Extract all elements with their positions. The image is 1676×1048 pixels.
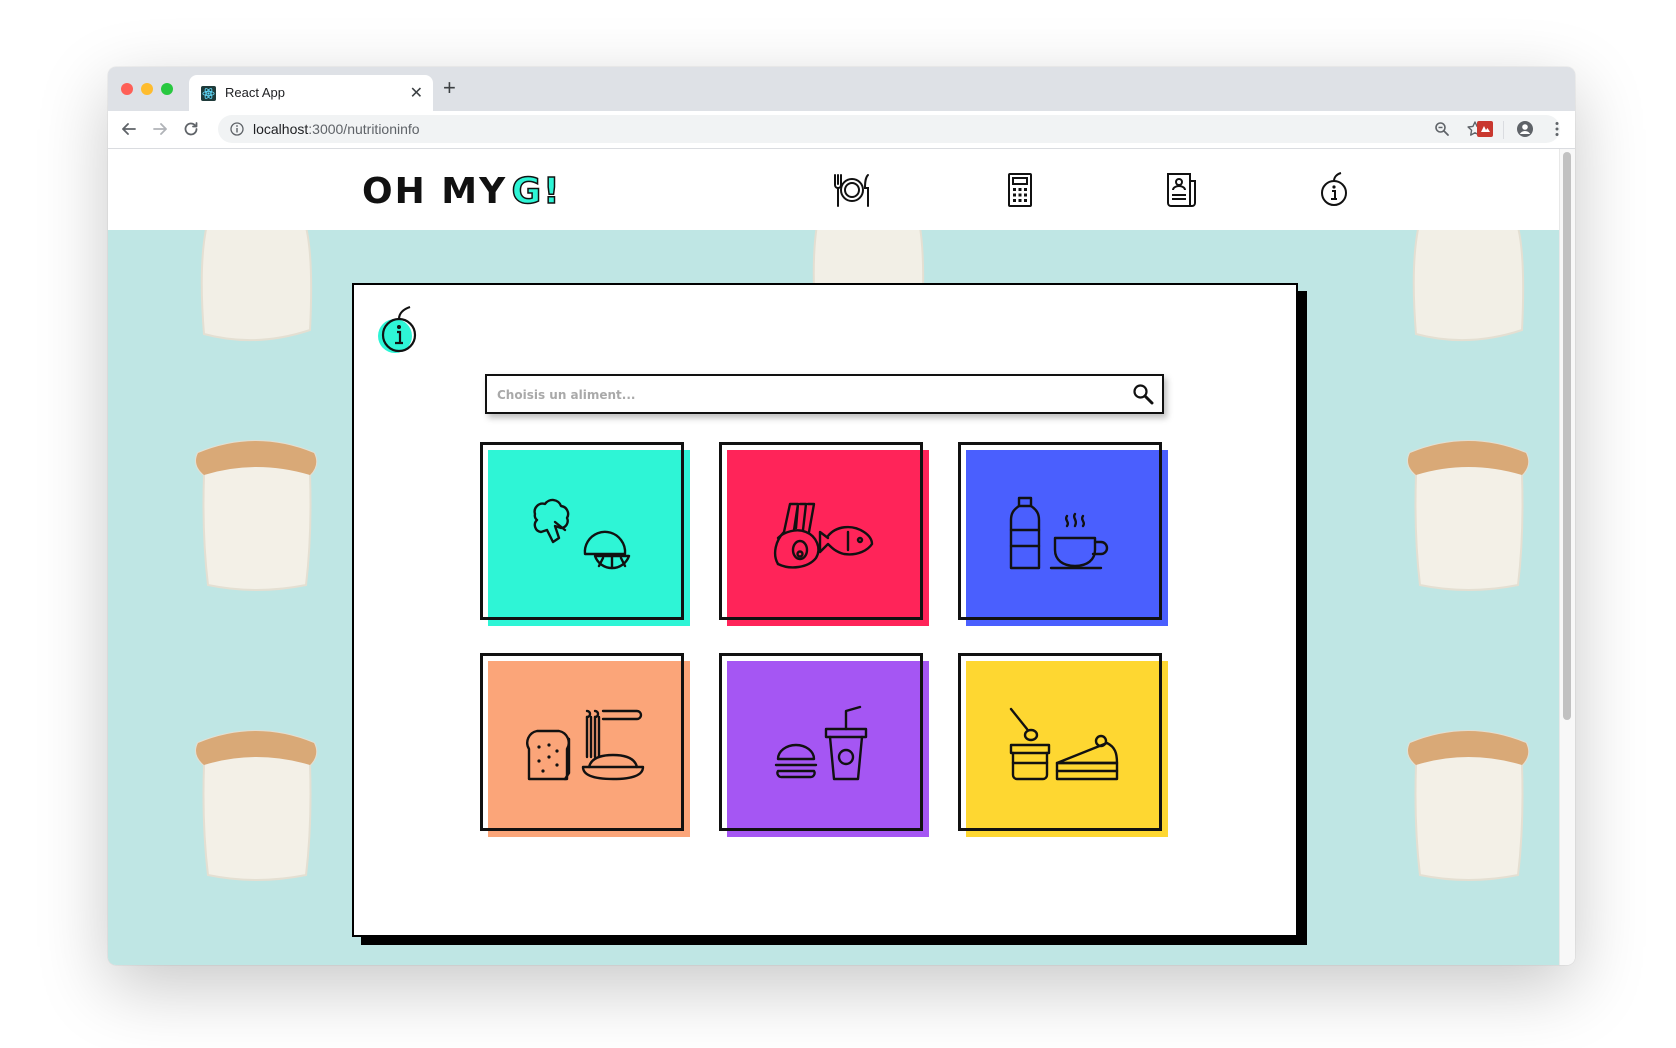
logo-letter: G! [511, 171, 562, 212]
drinks-icon [1009, 496, 1109, 570]
page-viewport: OH MY G! [108, 149, 1560, 965]
toolbar-divider [1503, 121, 1504, 139]
hero-background [108, 230, 1560, 965]
bread-slice-image [200, 230, 313, 342]
food-search-input[interactable] [495, 384, 1099, 406]
scrollbar-thumb[interactable] [1563, 152, 1571, 720]
site-header: OH MY G! [108, 149, 1560, 230]
category-tile-drinks[interactable] [958, 442, 1168, 626]
category-tile-fastfood[interactable] [719, 653, 929, 837]
maximize-window-button[interactable] [161, 83, 173, 95]
fastfood-icon [774, 705, 868, 781]
browser-tab[interactable]: React App ✕ [189, 75, 433, 111]
bread-slice-image [1407, 730, 1530, 881]
category-tile-bread-pasta[interactable] [480, 653, 690, 837]
browser-toolbar: localhost:3000/nutritioninfo [108, 111, 1575, 149]
new-tab-button[interactable]: + [443, 76, 456, 100]
close-window-button[interactable] [121, 83, 133, 95]
nutrition-info-icon [378, 305, 417, 353]
meal-plate-icon[interactable] [830, 171, 874, 209]
bread-slice-image [195, 440, 318, 591]
food-search-box [485, 374, 1164, 414]
nutrition-card [352, 283, 1298, 937]
logo-text: OH MY [362, 171, 508, 212]
url-host: localhost [253, 121, 309, 137]
url-text: localhost:3000/nutritioninfo [253, 121, 420, 137]
calculator-icon[interactable] [998, 171, 1042, 209]
category-tile-desserts[interactable] [958, 653, 1168, 837]
address-bar[interactable]: localhost:3000/nutritioninfo [218, 115, 1560, 143]
browser-menu-icon[interactable] [1548, 120, 1566, 138]
tab-title: React App [225, 85, 285, 100]
profile-avatar-icon[interactable] [1516, 120, 1534, 138]
bread-pasta-icon [526, 709, 645, 781]
url-path: :3000/nutritioninfo [308, 121, 420, 137]
forward-arrow-icon[interactable] [151, 120, 169, 138]
minimize-window-button[interactable] [141, 83, 153, 95]
reload-icon[interactable] [182, 120, 200, 138]
document-icon[interactable] [1159, 171, 1203, 209]
browser-window: React App ✕ + localhost:3000/nutritionin… [108, 67, 1575, 965]
back-arrow-icon[interactable] [120, 120, 138, 138]
search-icon[interactable] [1132, 383, 1154, 405]
site-logo[interactable]: OH MY G! [362, 171, 562, 212]
bread-slice-image [1412, 230, 1525, 342]
tab-bar: React App ✕ + [108, 67, 1575, 111]
category-tile-meat-fish[interactable] [719, 442, 929, 626]
tab-close-icon[interactable]: ✕ [410, 83, 423, 103]
page-scrollbar[interactable] [1559, 149, 1575, 965]
bread-slice-image [195, 730, 318, 881]
site-info-icon[interactable] [230, 122, 244, 136]
desserts-icon [1009, 707, 1119, 781]
category-tile-vegetables-fruits[interactable] [480, 442, 690, 626]
nutrition-info-icon[interactable] [1312, 171, 1356, 209]
vegetables-fruits-icon [533, 498, 631, 570]
bread-slice-image [1407, 440, 1530, 591]
meat-fish-icon [773, 502, 874, 569]
zoom-icon[interactable] [1433, 120, 1451, 138]
react-favicon-icon [201, 86, 216, 101]
extension-icon[interactable] [1476, 120, 1494, 138]
